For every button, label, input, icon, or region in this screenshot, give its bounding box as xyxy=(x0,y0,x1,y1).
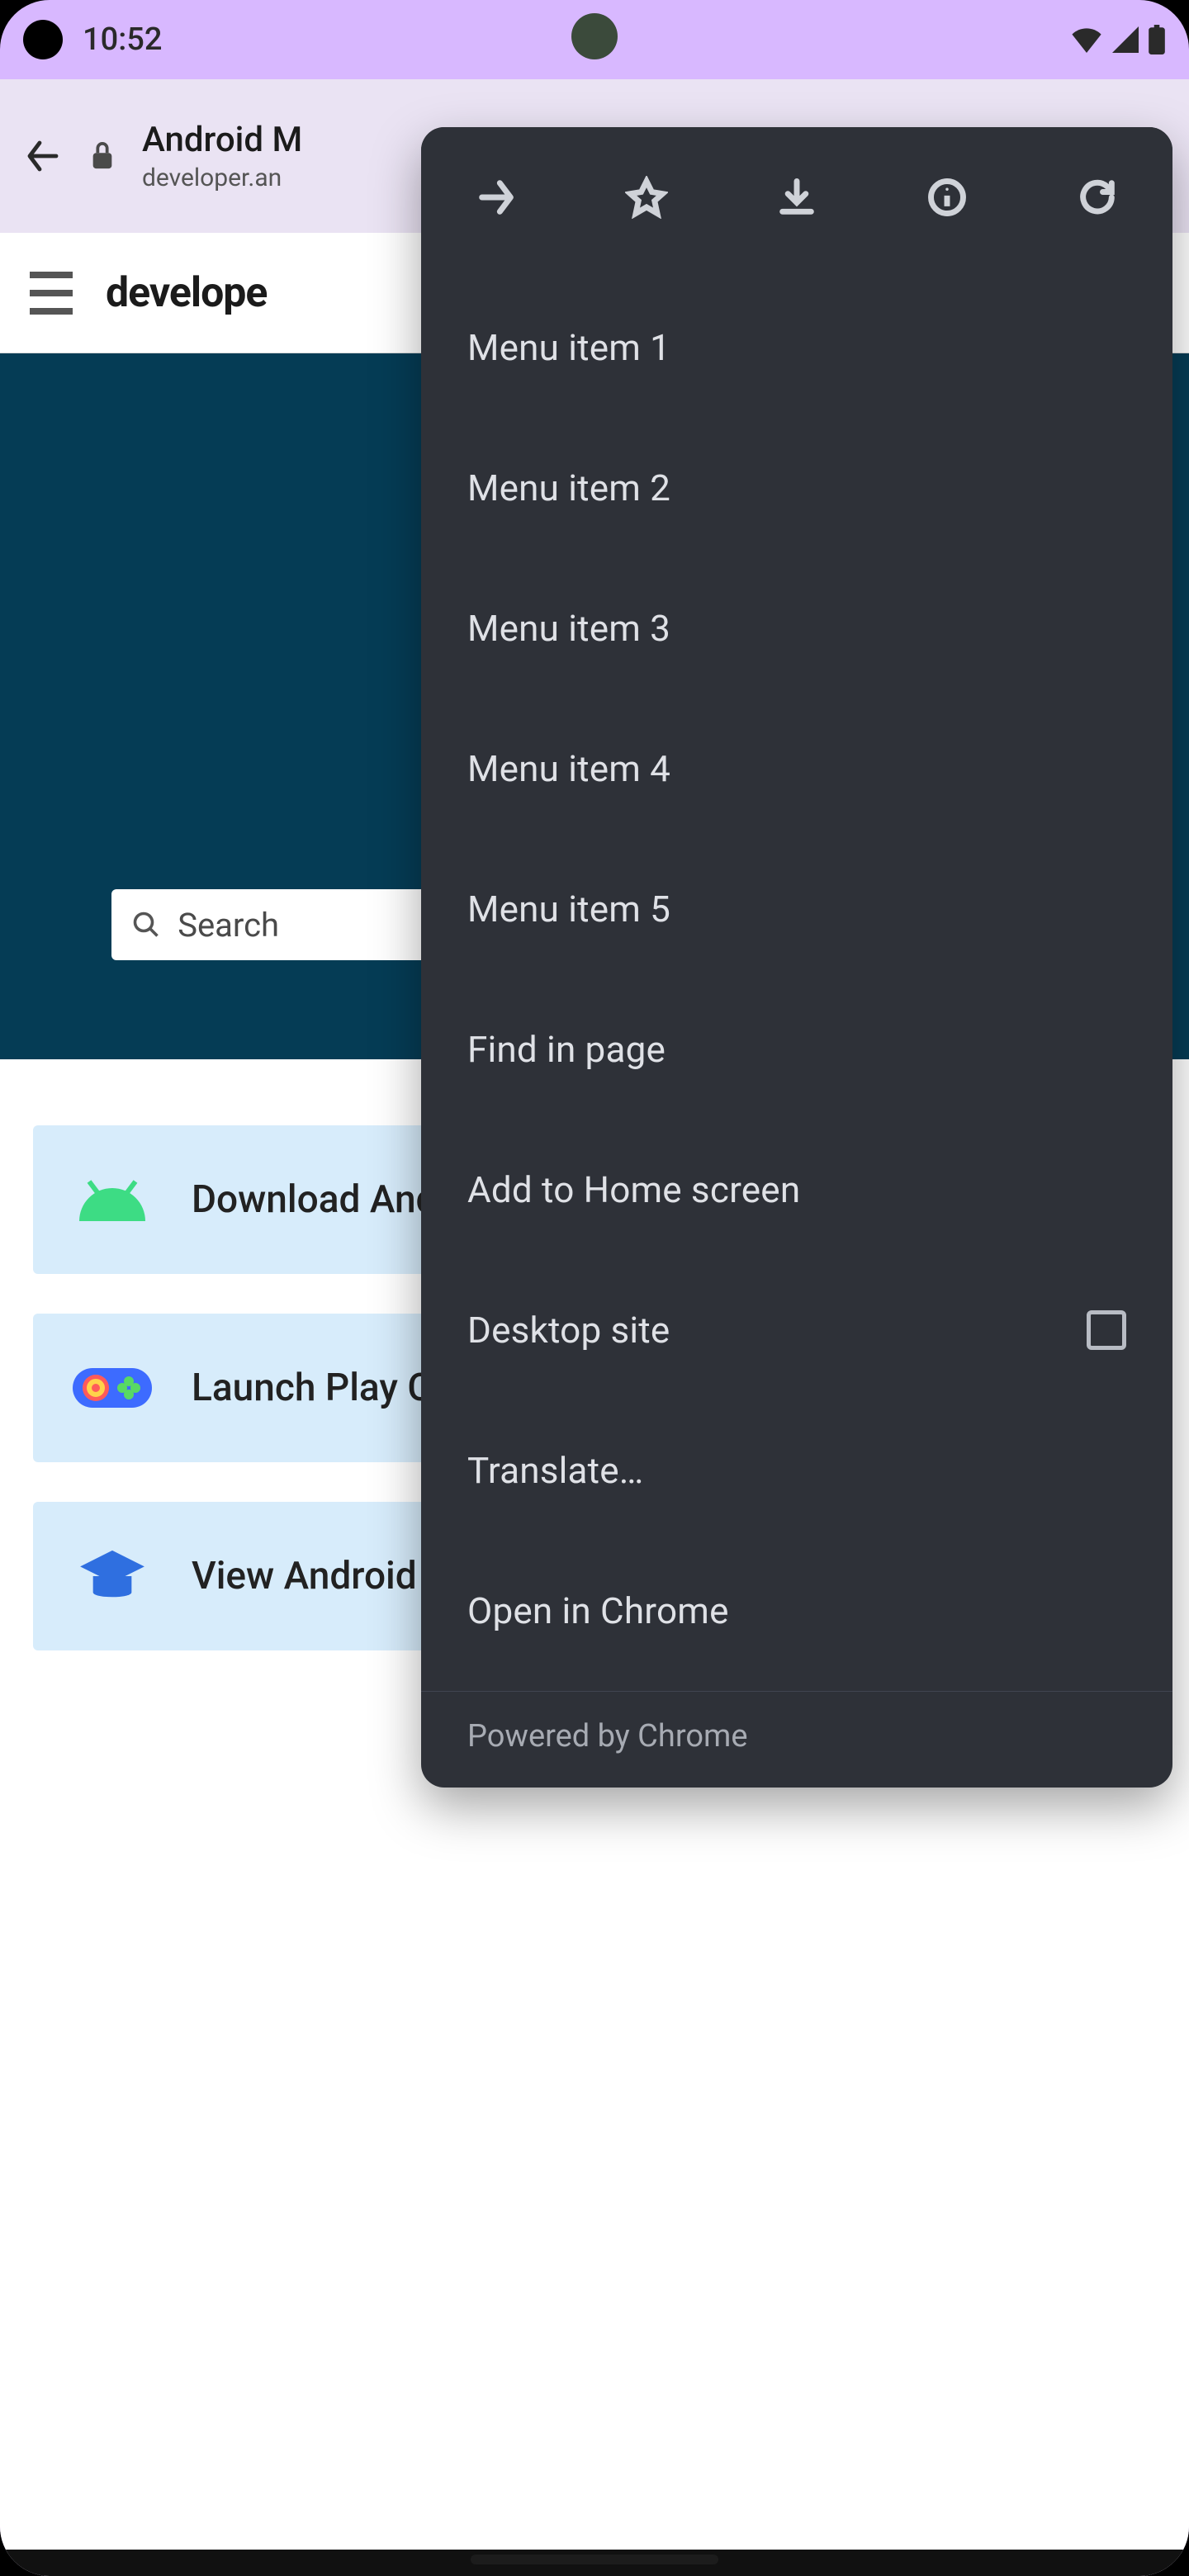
menu-item-translate[interactable]: Translate… xyxy=(421,1400,1172,1541)
status-bar: 10:52 xyxy=(0,0,1189,79)
status-time: 10:52 xyxy=(83,21,162,58)
menu-item-label: Menu item 2 xyxy=(467,466,670,509)
menu-item-label: Find in page xyxy=(467,1028,666,1071)
menu-item-find-in-page[interactable]: Find in page xyxy=(421,979,1172,1120)
wifi-icon xyxy=(1070,26,1103,53)
front-camera-punchhole-icon xyxy=(571,13,618,59)
menu-item-label: Desktop site xyxy=(467,1309,670,1352)
menu-item-desktop-site[interactable]: Desktop site xyxy=(421,1260,1172,1400)
menu-item-5[interactable]: Menu item 5 xyxy=(421,839,1172,979)
menu-item-label: Menu item 5 xyxy=(467,888,670,930)
forward-button[interactable] xyxy=(468,169,524,225)
menu-item-2[interactable]: Menu item 2 xyxy=(421,418,1172,558)
menu-item-4[interactable]: Menu item 4 xyxy=(421,698,1172,839)
menu-item-label: Add to Home screen xyxy=(467,1168,800,1211)
battery-icon xyxy=(1148,25,1166,54)
reload-button[interactable] xyxy=(1069,169,1125,225)
bookmark-button[interactable] xyxy=(618,169,675,225)
menu-item-add-to-home[interactable]: Add to Home screen xyxy=(421,1120,1172,1260)
menu-footer: Powered by Chrome xyxy=(421,1691,1172,1788)
menu-item-label: Menu item 1 xyxy=(467,326,670,369)
menu-item-label: Translate… xyxy=(467,1449,643,1492)
menu-item-label: Menu item 3 xyxy=(467,607,670,650)
overflow-menu: Menu item 1 Menu item 2 Menu item 3 Menu… xyxy=(421,127,1172,1788)
page-info-button[interactable] xyxy=(919,169,975,225)
cell-signal-icon xyxy=(1111,26,1139,53)
menu-item-label: Open in Chrome xyxy=(467,1589,729,1632)
menu-item-3[interactable]: Menu item 3 xyxy=(421,558,1172,698)
download-button[interactable] xyxy=(769,169,825,225)
menu-item-label: Menu item 4 xyxy=(467,747,670,790)
menu-footer-label: Powered by Chrome xyxy=(467,1718,748,1754)
front-camera-cutout-icon xyxy=(23,20,63,59)
desktop-site-checkbox[interactable] xyxy=(1087,1310,1126,1350)
menu-item-1[interactable]: Menu item 1 xyxy=(421,277,1172,418)
menu-item-open-in-chrome[interactable]: Open in Chrome xyxy=(421,1541,1172,1681)
gesture-nav-pill[interactable] xyxy=(471,2555,718,2564)
